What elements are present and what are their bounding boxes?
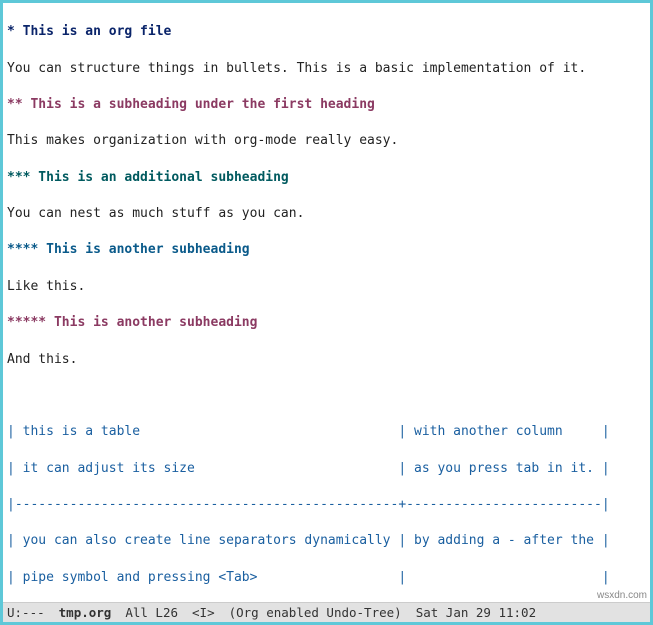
body-text: You can nest as much stuff as you can. [7, 205, 646, 223]
blank-line [7, 387, 646, 405]
body-text: And this. [7, 351, 646, 369]
modeline-insert: <I> [192, 604, 215, 622]
table-row: | this is a table | with another column … [7, 423, 646, 441]
table-row: | you can also create line separators dy… [7, 532, 646, 550]
table-row: | it can adjust its size | as you press … [7, 460, 646, 478]
modeline-time: Sat Jan 29 11:02 [416, 604, 536, 622]
modeline-modes: (Org enabled Undo-Tree) [229, 604, 402, 622]
modeline-modified: U:--- [7, 604, 45, 622]
buffer-area[interactable]: * This is an org file You can structure … [3, 3, 650, 602]
body-text: This makes organization with org-mode re… [7, 132, 646, 150]
emacs-frame: * This is an org file You can structure … [0, 0, 653, 625]
heading-2: ** This is a subheading under the first … [7, 96, 646, 114]
heading-5: ***** This is another subheading [7, 314, 646, 332]
modeline-filename: tmp.org [59, 604, 112, 622]
watermark: wsxdn.com [597, 589, 647, 603]
mode-line: U:--- tmp.org All L26 <I> (Org enabled U… [3, 602, 650, 623]
table-separator: |---------------------------------------… [7, 496, 646, 514]
heading-3: *** This is an additional subheading [7, 169, 646, 187]
heading-4: **** This is another subheading [7, 241, 646, 259]
table-row: | pipe symbol and pressing <Tab> | | [7, 569, 646, 587]
body-text: Like this. [7, 278, 646, 296]
body-text: You can structure things in bullets. Thi… [7, 60, 646, 78]
heading-1: * This is an org file [7, 23, 646, 41]
modeline-position: All L26 [125, 604, 178, 622]
